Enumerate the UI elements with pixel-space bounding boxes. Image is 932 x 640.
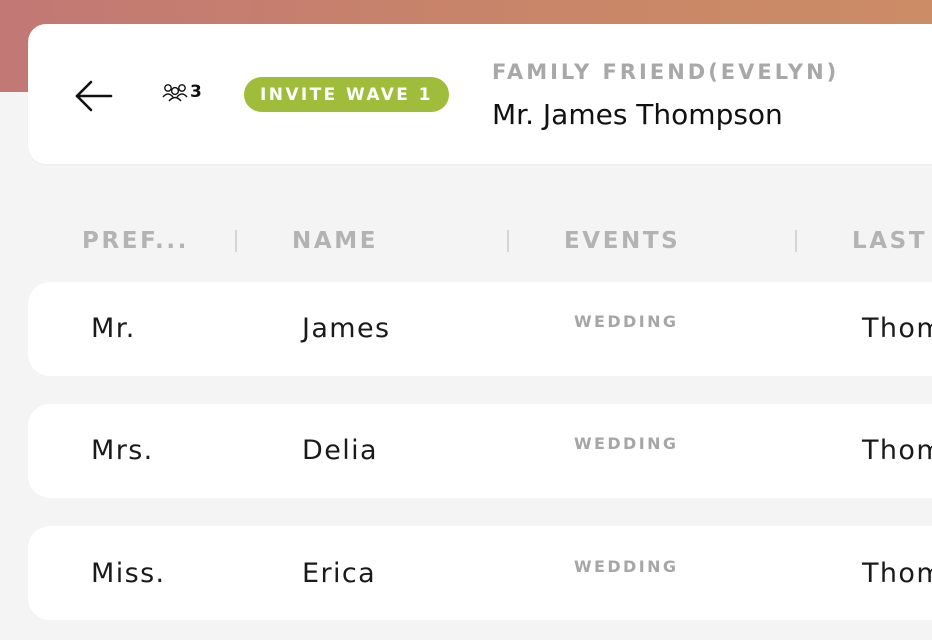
event-tag: WEDDING (574, 557, 679, 576)
column-header-last[interactable]: LAST (852, 228, 927, 254)
guest-first-name: Delia (302, 435, 378, 466)
guest-last-name: Thom (862, 435, 932, 466)
column-divider[interactable] (235, 230, 237, 252)
arrow-left-icon (75, 80, 113, 112)
guest-row[interactable]: Mr. James WEDDING Thom (28, 282, 932, 376)
guest-prefix: Mr. (91, 313, 136, 344)
guest-row[interactable]: Mrs. Delia WEDDING Thom (28, 404, 932, 498)
column-header-events[interactable]: EVENTS (564, 228, 680, 254)
guest-first-name: James (302, 313, 391, 344)
party-header-card: 3 INVITE WAVE 1 FAMILY FRIEND(EVELYN) Mr… (28, 24, 932, 164)
guest-prefix: Mrs. (91, 435, 154, 466)
guest-count[interactable]: 3 (162, 82, 202, 102)
guest-first-name: Erica (302, 558, 377, 589)
party-name: Mr. James Thompson (492, 98, 783, 131)
guest-last-name: Thom (862, 313, 932, 344)
guest-count-value: 3 (190, 82, 202, 102)
people-group-icon (162, 84, 188, 102)
guest-last-name: Thom (862, 558, 932, 589)
guest-row[interactable]: Miss. Erica WEDDING Thom (28, 526, 932, 620)
column-header-prefix[interactable]: PREF... (82, 228, 189, 254)
guest-prefix: Miss. (91, 558, 166, 589)
back-button[interactable] (72, 76, 116, 116)
invite-wave-badge[interactable]: INVITE WAVE 1 (244, 77, 449, 112)
column-divider[interactable] (795, 230, 797, 252)
group-label: FAMILY FRIEND(EVELYN) (492, 60, 840, 84)
column-header-name[interactable]: NAME (292, 228, 378, 254)
column-divider[interactable] (507, 230, 509, 252)
event-tag: WEDDING (574, 434, 679, 453)
event-tag: WEDDING (574, 312, 679, 331)
